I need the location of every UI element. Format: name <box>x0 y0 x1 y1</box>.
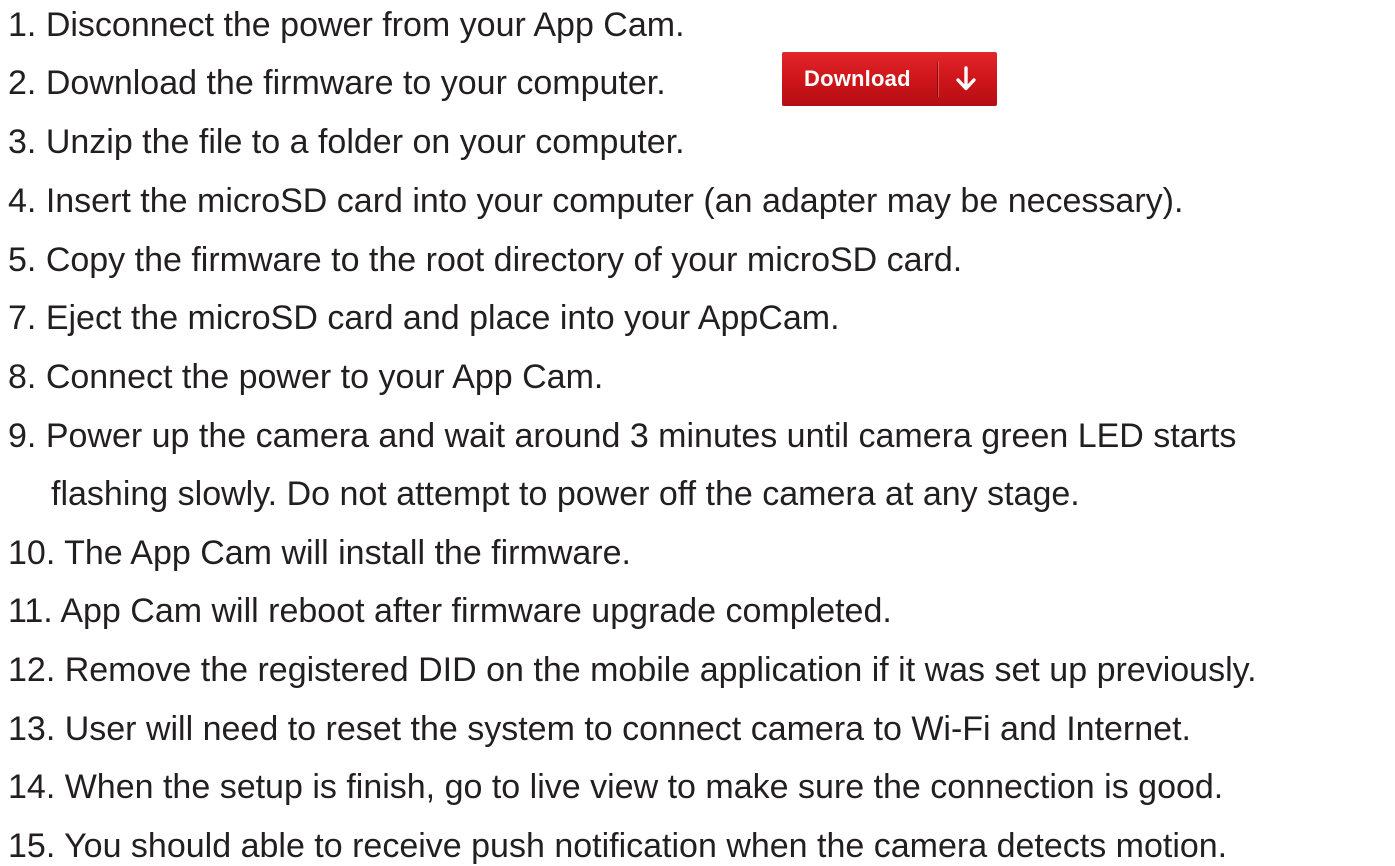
step-number: 4. <box>8 182 37 220</box>
step-2: 2. Download the firmware to your compute… <box>8 63 666 103</box>
download-button-label: Download <box>804 66 911 91</box>
step-13: 13. User will need to reset the system t… <box>8 709 1191 749</box>
step-number: 15. <box>8 827 56 865</box>
step-number: 10. <box>8 534 56 572</box>
step-1: 1. Disconnect the power from your App Ca… <box>8 5 685 45</box>
step-9: 9. Power up the camera and wait around 3… <box>8 416 1236 514</box>
step-number: 12. <box>8 651 56 689</box>
step-text: Connect the power to your App Cam. <box>45 358 604 396</box>
arrow-down-icon <box>956 66 976 91</box>
step-8: 8. Connect the power to your App Cam. <box>8 357 603 397</box>
step-number: 5. <box>8 241 37 279</box>
step-text: The App Cam will install the firmware. <box>64 534 631 572</box>
step-text: You should able to receive push notifica… <box>64 827 1228 865</box>
step-7: 7. Eject the microSD card and place into… <box>8 298 840 338</box>
step-10: 10. The App Cam will install the firmwar… <box>8 533 631 573</box>
step-text: Unzip the file to a folder on your compu… <box>45 123 685 161</box>
step-number: 1. <box>8 6 37 44</box>
step-4: 4. Insert the microSD card into your com… <box>8 181 1183 221</box>
step-text: Eject the microSD card and place into yo… <box>45 299 840 337</box>
step-text: Remove the registered DID on the mobile … <box>64 651 1257 689</box>
step-number: 14. <box>8 768 56 806</box>
step-5: 5. Copy the firmware to the root directo… <box>8 240 962 280</box>
step-number: 9. <box>8 417 37 455</box>
step-text: Disconnect the power from your App Cam. <box>45 6 685 44</box>
step-text: Insert the microSD card into your comput… <box>45 182 1184 220</box>
step-text: Copy the firmware to the root directory … <box>45 241 963 279</box>
step-number: 13. <box>8 710 56 748</box>
step-text: When the setup is finish, go to live vie… <box>64 768 1224 806</box>
step-text: User will need to reset the system to co… <box>64 710 1191 748</box>
step-12: 12. Remove the registered DID on the mob… <box>8 650 1257 690</box>
step-text: Power up the camera and wait around 3 mi… <box>45 417 1237 455</box>
download-button[interactable]: Download <box>782 52 997 106</box>
step-14: 14. When the setup is finish, go to live… <box>8 767 1223 807</box>
step-number: 8. <box>8 358 37 396</box>
step-text: App Cam will reboot after firmware upgra… <box>60 592 892 630</box>
step-number: 11. <box>8 592 53 630</box>
step-text-continued: flashing slowly. Do not attempt to power… <box>51 475 1080 513</box>
step-number: 2. <box>8 64 37 102</box>
step-15: 15. You should able to receive push noti… <box>8 826 1227 866</box>
step-number: 7. <box>8 299 37 337</box>
button-divider <box>937 61 938 97</box>
step-3: 3. Unzip the file to a folder on your co… <box>8 122 685 162</box>
step-number: 3. <box>8 123 37 161</box>
step-11: 11. App Cam will reboot after firmware u… <box>8 591 892 631</box>
step-text: Download the firmware to your computer. <box>45 64 666 102</box>
